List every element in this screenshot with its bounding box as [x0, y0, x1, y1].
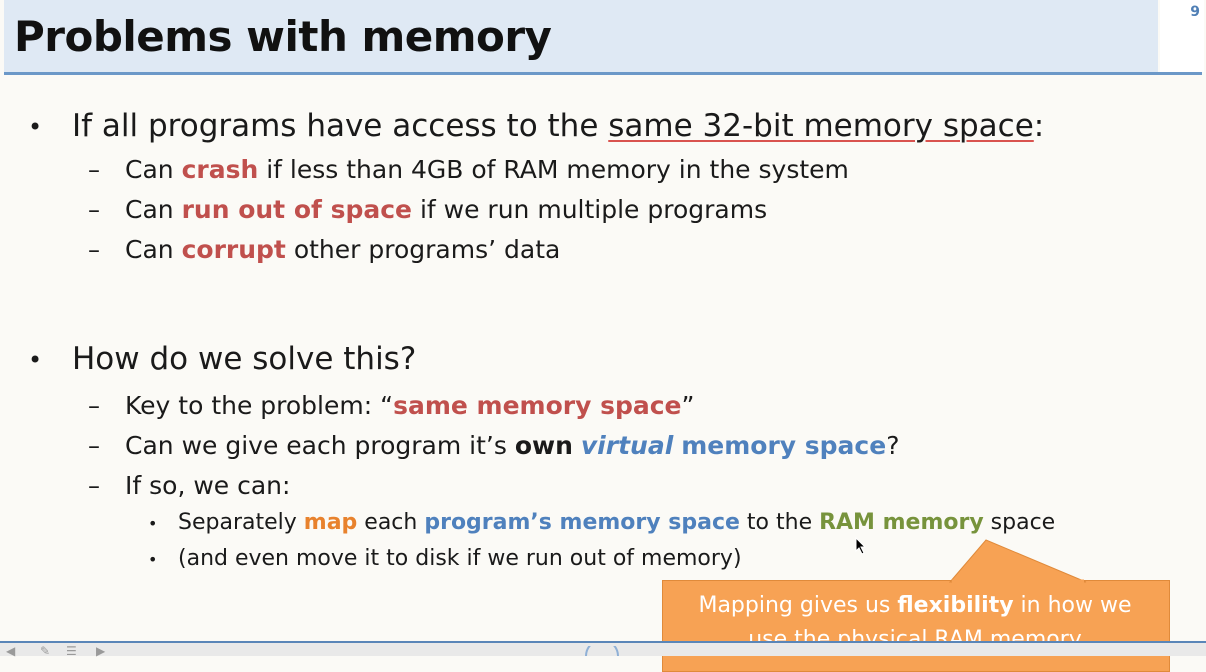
map-word: map — [303, 510, 358, 535]
map-ram: RAM memory — [819, 510, 984, 535]
callout-line-1: Mapping gives us flexibility in how we — [664, 589, 1166, 623]
dash-icon: – — [88, 392, 100, 420]
dash-icon: – — [88, 432, 100, 460]
bullet-icon: • — [28, 346, 43, 374]
map-c: to the — [739, 510, 820, 535]
sub-item-corrupt-post: other programs’ data — [285, 235, 561, 264]
sub-item-virtual-mem: memory space — [681, 431, 887, 460]
sub-item-virtual-own: own — [514, 431, 573, 460]
sub-item-virtual-word: virtual — [580, 431, 674, 460]
sub-item-space: Can run out of space if we run multiple … — [125, 195, 767, 224]
sub-item-crash-post: if less than 4GB of RAM memory in the sy… — [258, 155, 849, 184]
slide: 9 Problems with memory • If all programs… — [0, 0, 1206, 672]
mouse-cursor-icon — [855, 537, 867, 555]
map-a: Separately — [178, 510, 304, 535]
prev-slide-icon[interactable]: ◀ — [6, 644, 26, 658]
map-prog: program’s memory space — [424, 510, 740, 535]
sub-item-virtual-post: ? — [886, 431, 900, 460]
sub-item-key-hl: same memory space — [393, 391, 682, 420]
sub-item-space-hl: run out of space — [181, 195, 413, 224]
sub-sub-item-map: Separately map each program’s memory spa… — [178, 510, 1055, 535]
sub-item-virtual-pre: Can we give each program it’s — [125, 431, 515, 460]
slide-number: 9 — [1190, 4, 1200, 20]
dash-icon: – — [88, 236, 100, 264]
bullet-1-text: If all programs have access to the same … — [72, 108, 1044, 144]
bullet-icon: • — [28, 113, 43, 141]
dash-icon: – — [88, 156, 100, 184]
callout-pre: Mapping gives us — [698, 593, 898, 618]
sub-item-crash: Can crash if less than 4GB of RAM memory… — [125, 155, 849, 184]
sub-item-corrupt-pre: Can — [125, 235, 182, 264]
map-d: space — [983, 510, 1056, 535]
sub-item-key: Key to the problem: “same memory space” — [125, 391, 694, 420]
title-divider — [4, 72, 1202, 75]
small-bullet-icon: • — [148, 550, 158, 569]
sub-item-key-pre: Key to the problem: “ — [125, 391, 394, 420]
progress-indicator-icon — [585, 646, 619, 656]
next-slide-icon[interactable]: ▶ — [96, 644, 116, 658]
sub-item-virtual: Can we give each program it’s own virtua… — [125, 431, 899, 460]
menu-icon[interactable]: ☰ — [66, 644, 86, 658]
sub-item-space-pre: Can — [125, 195, 182, 224]
sub-item-ifso: If so, we can: — [125, 471, 291, 500]
slide-title: Problems with memory — [14, 12, 552, 61]
small-bullet-icon: • — [148, 514, 158, 533]
sub-item-corrupt-hl: corrupt — [181, 235, 286, 264]
sub-item-crash-hl: crash — [181, 155, 259, 184]
dash-icon: – — [88, 472, 100, 500]
dash-icon: – — [88, 196, 100, 224]
bullet-1-lead: If all programs have access to the — [72, 108, 609, 144]
callout-post: in how we — [1013, 593, 1132, 618]
map-b: each — [357, 510, 425, 535]
bullet-1-colon: : — [1033, 108, 1045, 144]
callout-bold: flexibility — [897, 593, 1014, 618]
sub-item-corrupt: Can corrupt other programs’ data — [125, 235, 560, 264]
pen-icon[interactable]: ✎ — [40, 644, 60, 658]
bullet-1-underlined: same 32-bit memory space — [608, 108, 1034, 144]
bullet-2-text: How do we solve this? — [72, 341, 417, 377]
sub-item-space-post: if we run multiple programs — [412, 195, 768, 224]
sub-item-key-post: ” — [681, 391, 695, 420]
sub-item-crash-pre: Can — [125, 155, 182, 184]
sub-sub-item-disk: (and even move it to disk if we run out … — [178, 546, 742, 571]
